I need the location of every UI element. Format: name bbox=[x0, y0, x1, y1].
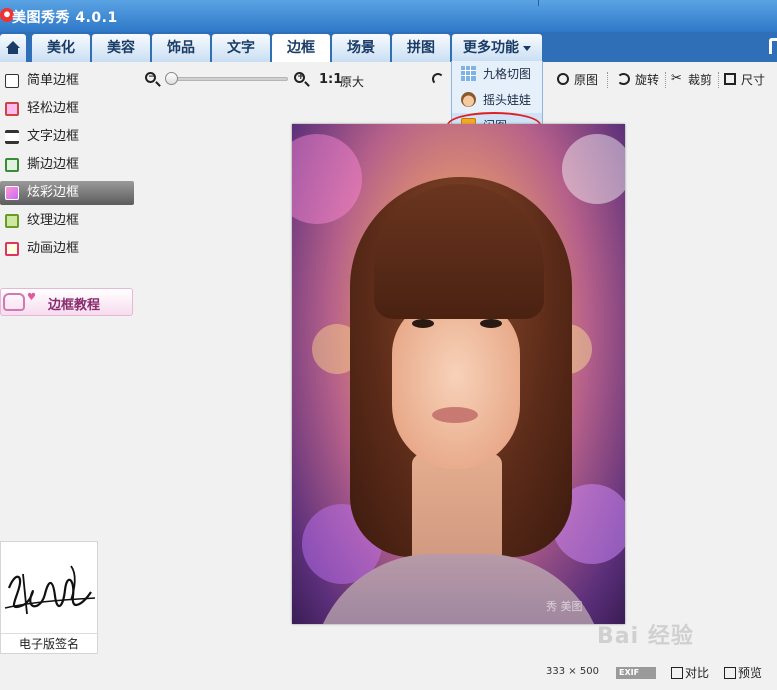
colorful-border-icon bbox=[5, 186, 19, 200]
resize-icon bbox=[724, 73, 736, 85]
sidebar-item-text-border[interactable]: 文字边框 bbox=[0, 125, 134, 149]
subject-lips bbox=[432, 407, 478, 423]
sidebar-item-label: 纹理边框 bbox=[27, 213, 80, 228]
menu-item-label: 九格切图 bbox=[483, 67, 532, 81]
hand-icon bbox=[3, 293, 25, 311]
photo-watermark: 秀 美图 bbox=[546, 600, 583, 613]
sidebar-item-label: 简单边框 bbox=[27, 73, 80, 88]
zoom-slider[interactable] bbox=[165, 72, 288, 85]
doll-icon bbox=[461, 92, 476, 107]
sidebar-item-torn-border[interactable]: 撕边边框 bbox=[0, 153, 134, 177]
preview-icon bbox=[724, 667, 736, 679]
tab-collage[interactable]: 拼图 bbox=[392, 34, 450, 62]
compare-icon bbox=[671, 667, 683, 679]
texture-border-icon bbox=[5, 214, 19, 228]
crop-label: 裁剪 bbox=[688, 73, 713, 87]
undo-icon[interactable] bbox=[432, 73, 444, 85]
grid-icon bbox=[461, 66, 476, 81]
compare-button[interactable]: 对比 bbox=[671, 664, 709, 681]
compare-label: 对比 bbox=[685, 666, 710, 680]
tutorial-label: 边框教程 bbox=[48, 298, 101, 313]
tab-more-functions[interactable]: 更多功能 bbox=[452, 34, 542, 62]
toolbar-divider bbox=[718, 72, 719, 88]
menu-item-bobblehead[interactable]: 摇头娃娃 bbox=[452, 87, 542, 111]
torn-border-icon bbox=[5, 158, 19, 172]
toolbar-divider bbox=[607, 72, 608, 88]
baidu-watermark: Bai 经验 bbox=[597, 624, 694, 649]
zoom-out-icon: − bbox=[145, 72, 156, 83]
signature-thumbnail[interactable]: 电子版签名 bbox=[0, 541, 98, 654]
bokeh-light bbox=[562, 134, 625, 204]
subject-eye-right bbox=[480, 319, 502, 328]
original-size-label[interactable]: 原大 bbox=[340, 73, 364, 90]
zoom-slider-thumb[interactable] bbox=[165, 72, 178, 85]
sidebar-item-animated-border[interactable]: 动画边框 bbox=[0, 237, 134, 261]
sidebar-item-label: 文字边框 bbox=[27, 129, 80, 144]
zoom-in-icon: + bbox=[294, 72, 305, 83]
main-nav: 美化 美容 饰品 文字 边框 场景 拼图 更多功能 bbox=[0, 32, 777, 62]
heart-icon: ♥ bbox=[27, 292, 36, 303]
sidebar-item-colorful-border[interactable]: 炫彩边框 bbox=[0, 181, 134, 205]
home-icon bbox=[6, 41, 20, 54]
exif-button[interactable]: EXIF bbox=[616, 667, 656, 679]
tab-border[interactable]: 边框 bbox=[272, 34, 330, 62]
toolbar-divider bbox=[665, 72, 666, 88]
sidebar-item-easy-border[interactable]: 轻松边框 bbox=[0, 97, 134, 121]
subject-eye-left bbox=[412, 319, 434, 328]
nav-extra-icon[interactable] bbox=[769, 38, 777, 54]
photo-canvas[interactable]: 秀 美图 bbox=[292, 124, 625, 624]
tab-home[interactable] bbox=[0, 34, 26, 62]
tab-face[interactable]: 美容 bbox=[92, 34, 150, 62]
tab-beautify[interactable]: 美化 bbox=[32, 34, 90, 62]
titlebar-divider bbox=[538, 0, 539, 6]
preview-button[interactable]: 预览 bbox=[724, 664, 762, 681]
rotate-icon bbox=[617, 73, 630, 85]
simple-border-icon bbox=[5, 74, 19, 88]
zoom-in-button[interactable]: + bbox=[294, 72, 308, 86]
dimension-separator: × bbox=[568, 666, 577, 677]
rotate-label: 旋转 bbox=[635, 73, 660, 87]
app-title: 美图秀秀 4.0.1 bbox=[12, 10, 118, 26]
border-tutorial-button[interactable]: ♥ 边框教程 bbox=[0, 288, 133, 316]
tab-scene[interactable]: 场景 bbox=[332, 34, 390, 62]
sidebar-item-label: 动画边框 bbox=[27, 241, 80, 256]
tab-accessories[interactable]: 饰品 bbox=[152, 34, 210, 62]
sidebar-item-label: 撕边边框 bbox=[27, 157, 80, 172]
actual-size-ratio-button[interactable]: 1:1 bbox=[319, 72, 342, 87]
resize-label: 尺寸 bbox=[741, 73, 766, 87]
sidebar-item-label: 炫彩边框 bbox=[27, 185, 80, 200]
zoom-out-button[interactable]: − bbox=[145, 72, 159, 86]
image-height: 500 bbox=[579, 666, 599, 677]
circle-icon bbox=[557, 73, 569, 85]
caret-down-icon bbox=[523, 45, 531, 51]
bokeh-light bbox=[292, 134, 362, 224]
image-dimensions: 333 × 500 bbox=[546, 666, 599, 677]
more-functions-label: 更多功能 bbox=[463, 40, 519, 56]
menu-item-label: 摇头娃娃 bbox=[483, 93, 532, 107]
signature-caption: 电子版签名 bbox=[1, 633, 97, 653]
handwritten-signature-image bbox=[4, 565, 96, 615]
scissors-icon: ✂ bbox=[671, 71, 682, 86]
sidebar-item-simple-border[interactable]: 简单边框 bbox=[0, 69, 134, 93]
original-image-label: 原图 bbox=[574, 73, 599, 87]
menu-item-nine-grid[interactable]: 九格切图 bbox=[452, 61, 542, 85]
title-bar: 美图秀秀 4.0.1 bbox=[0, 0, 777, 32]
image-width: 333 bbox=[546, 666, 566, 677]
text-border-icon bbox=[5, 130, 19, 144]
tab-text[interactable]: 文字 bbox=[212, 34, 270, 62]
sidebar-item-label: 轻松边框 bbox=[27, 101, 80, 116]
easy-border-icon bbox=[5, 102, 19, 116]
preview-label: 预览 bbox=[738, 666, 763, 680]
sidebar-item-texture-border[interactable]: 纹理边框 bbox=[0, 209, 134, 233]
animated-border-icon bbox=[5, 242, 19, 256]
